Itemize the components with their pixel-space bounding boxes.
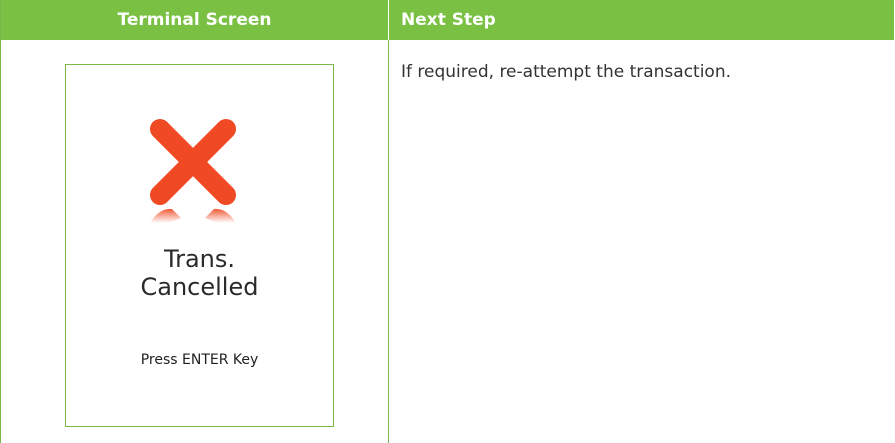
header-divider <box>388 0 389 40</box>
header-terminal-screen: Terminal Screen <box>117 10 272 30</box>
next-step-text: If required, re-attempt the transaction. <box>401 62 732 82</box>
terminal-screen: Trans. Cancelled Press ENTER Key <box>65 64 334 427</box>
terminal-prompt: Press ENTER Key <box>140 352 259 368</box>
terminal-title-line1: Trans. <box>163 245 236 273</box>
table-header-row: Terminal Screen Next Step <box>1 0 894 40</box>
instruction-table: Terminal Screen Next Step Trans. Cancell… <box>0 0 895 443</box>
terminal-status-title: Trans. Cancelled <box>66 245 333 301</box>
terminal-title-line2: Cancelled <box>140 273 259 301</box>
cross-icon <box>148 117 238 229</box>
header-next-step: Next Step <box>401 10 496 30</box>
column-divider <box>388 40 389 443</box>
